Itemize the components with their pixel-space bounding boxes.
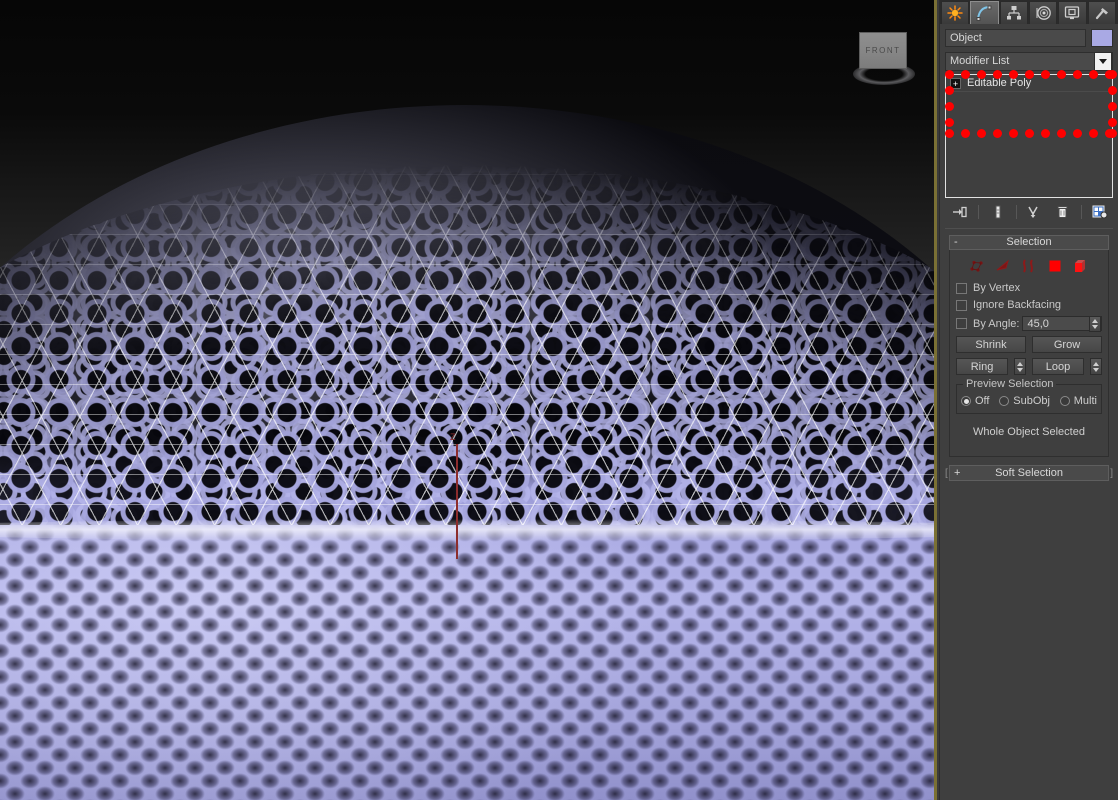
checkbox-ignore-backfacing[interactable]: Ignore Backfacing [956,299,1102,311]
rollout-selection-title: Selection [1006,236,1052,248]
element-icon[interactable] [1073,258,1090,274]
make-unique-icon[interactable] [1026,203,1044,221]
modifier-list-label: Modifier List [950,55,1010,67]
toolbar-separator [978,205,980,219]
checkbox-box[interactable] [956,282,967,294]
checkbox-label: By Vertex [973,282,1021,294]
z-axis-label: Z [450,432,456,442]
tab-modify[interactable] [970,1,999,24]
z-axis-gizmo[interactable] [456,444,458,559]
checkbox-by-vertex[interactable]: By Vertex [956,282,1102,294]
rollout-selection: - Selection By Vertex Ignore Backfacing … [949,235,1109,457]
panel-body: Object Modifier List + Editable Poly - S… [940,24,1118,481]
command-panel: Object Modifier List + Editable Poly - S… [939,0,1118,800]
modifier-stack-toolbar [945,198,1113,222]
rollout-expander[interactable]: + [954,466,960,480]
tab-display[interactable] [1058,1,1087,24]
rollout-handle-left: [ [945,468,948,479]
rollout-selection-body: By Vertex Ignore Backfacing By Angle: 45… [949,250,1109,457]
motion-wheel-icon [1035,5,1051,21]
tab-utilities[interactable] [1087,1,1116,24]
grow-button[interactable]: Grow [1032,336,1102,353]
dome-wireframe-overlay [0,165,936,565]
pin-stack-icon[interactable] [951,203,969,221]
rollout-handle-right: ] [1110,468,1113,479]
rollout-selection-header[interactable]: - Selection [949,235,1109,250]
by-angle-input[interactable]: 45,0 [1022,316,1102,332]
app-root: Z FRONT Object Modifier List + Editable … [0,0,1118,800]
object-name-field[interactable]: Object [945,29,1086,47]
mesh-object-dome[interactable] [0,105,936,800]
radio-off[interactable]: Off [961,395,989,407]
radio-label: SubObj [1013,395,1050,407]
chevron-down-icon[interactable] [1094,52,1112,71]
dome-shell [0,105,936,800]
rollout-expander[interactable]: - [954,236,958,249]
toolbar-separator [1080,205,1082,219]
dome-dimple-texture [0,523,936,800]
loop-button[interactable]: Loop [1032,358,1084,375]
shrink-grow-row: Shrink Grow [956,336,1102,353]
show-end-result-icon[interactable] [989,203,1007,221]
tab-hierarchy[interactable] [999,1,1028,24]
radio-label: Multi [1073,395,1097,407]
expand-plus-icon[interactable]: + [950,77,961,89]
utilities-hammer-icon [1094,5,1110,21]
radio-button[interactable] [999,396,1010,406]
checkbox-box[interactable] [956,299,967,311]
viewcube-face-label[interactable]: FRONT [859,32,907,69]
modifier-stack-item-label: Editable Poly [967,77,1032,89]
tab-motion[interactable] [1028,1,1058,24]
checkbox-box[interactable] [956,318,967,329]
radio-subobj[interactable]: SubObj [999,395,1050,407]
active-viewport-border [934,0,937,800]
panel-divider [945,228,1113,229]
vertex-icon[interactable] [969,258,986,274]
object-color-swatch[interactable] [1091,29,1113,47]
configure-modifier-sets-icon[interactable] [1091,203,1109,221]
modify-arc-icon [976,5,992,21]
create-star-icon [947,5,963,21]
rollout-soft-selection[interactable]: [ + Soft Selection ] [945,465,1113,481]
ring-button[interactable]: Ring [956,358,1008,375]
ring-spinner[interactable] [1014,358,1026,375]
display-monitor-icon [1064,5,1080,21]
by-angle-spinner[interactable] [1089,316,1101,332]
radio-label: Off [975,395,990,407]
viewport-perspective[interactable]: Z FRONT [0,0,936,800]
preview-selection-group: Preview Selection Off SubObj Multi [956,378,1102,414]
modifier-list-dropdown[interactable]: Modifier List [945,52,1113,71]
trash-icon[interactable] [1053,203,1071,221]
checkbox-label: Ignore Backfacing [973,299,1062,311]
hierarchy-node-icon [1006,5,1022,21]
checkbox-by-angle[interactable]: By Angle: 45,0 [956,316,1102,332]
selection-status-text: Whole Object Selected [973,426,1085,438]
modifier-stack-item[interactable]: + Editable Poly [946,75,1112,92]
polygon-icon[interactable] [1047,258,1064,274]
command-panel-tabs [940,0,1118,24]
tab-create[interactable] [941,1,970,24]
preview-selection-label: Preview Selection [963,378,1057,390]
preview-selection-radios: Off SubObj Multi [961,395,1097,407]
toolbar-separator [1015,205,1017,219]
rollout-soft-selection-title: Soft Selection [995,467,1063,479]
viewcube-icon[interactable]: FRONT [853,27,915,85]
ring-loop-row: Ring Loop [956,358,1102,375]
dome-rim-highlight [0,519,936,541]
radio-multi[interactable]: Multi [1059,395,1097,407]
object-name-row: Object [945,29,1113,47]
checkbox-label: By Angle: [973,317,1020,330]
border-icon[interactable] [1021,258,1038,274]
edge-icon[interactable] [995,258,1012,274]
subobject-level-row [956,256,1102,282]
loop-spinner[interactable] [1090,358,1102,375]
shrink-button[interactable]: Shrink [956,336,1026,353]
radio-button[interactable] [1059,396,1070,406]
modifier-stack[interactable]: + Editable Poly [945,74,1113,198]
radio-button[interactable] [961,396,971,406]
